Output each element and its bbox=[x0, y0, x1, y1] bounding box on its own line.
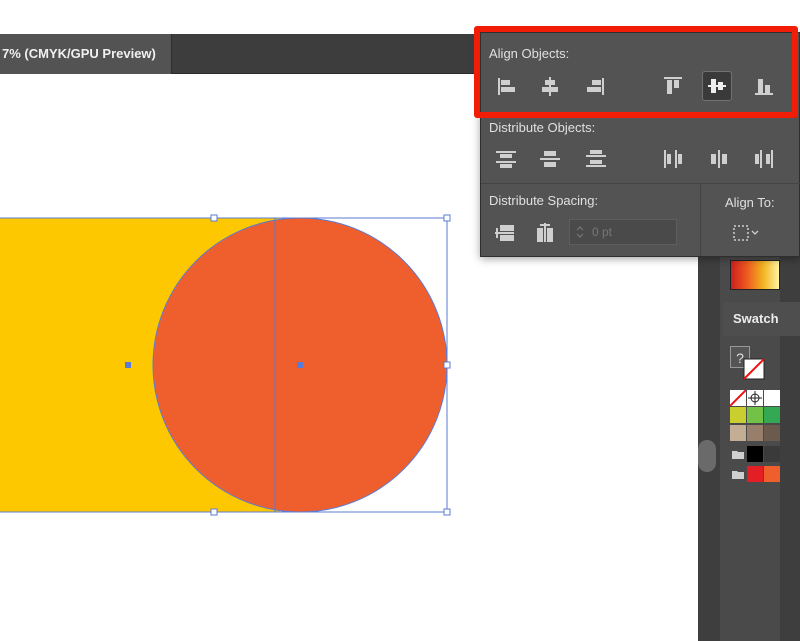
scrollbar-handle[interactable] bbox=[698, 440, 716, 472]
horizontal-distribute-center-icon bbox=[711, 150, 727, 168]
horizontal-distribute-space-icon bbox=[537, 223, 553, 242]
horizontal-distribute-center-button[interactable] bbox=[704, 144, 734, 174]
color-swatch[interactable] bbox=[747, 446, 763, 462]
none-swatch[interactable] bbox=[729, 389, 747, 407]
align-to-dropdown[interactable] bbox=[729, 218, 769, 248]
highlight-box bbox=[474, 26, 798, 118]
selection-handle[interactable] bbox=[210, 214, 218, 222]
selection-handle[interactable] bbox=[443, 361, 451, 369]
fill-stroke-none-icon[interactable] bbox=[740, 355, 768, 383]
selection-handle[interactable] bbox=[210, 508, 218, 516]
color-swatch[interactable] bbox=[764, 446, 780, 462]
selection-handle[interactable] bbox=[443, 214, 451, 222]
distribute-spacing-label: Distribute Spacing: bbox=[489, 193, 599, 208]
horizontal-distribute-right-icon bbox=[755, 150, 773, 168]
color-swatch[interactable] bbox=[764, 407, 780, 423]
swatch-group-folder-icon[interactable] bbox=[730, 446, 746, 462]
vertical-distribute-space-icon bbox=[495, 225, 514, 241]
horizontal-distribute-left-icon bbox=[664, 150, 682, 168]
color-swatch[interactable] bbox=[747, 407, 763, 423]
color-swatch[interactable] bbox=[730, 407, 746, 423]
swatches-tab[interactable]: Swatch bbox=[723, 302, 800, 336]
swatch-group-folder-icon[interactable] bbox=[730, 466, 746, 482]
circle-center-point bbox=[297, 362, 303, 368]
spacing-input[interactable]: 0 pt bbox=[569, 219, 677, 245]
rectangle-center-point bbox=[125, 362, 131, 368]
color-swatch[interactable] bbox=[764, 466, 780, 482]
color-swatch[interactable] bbox=[747, 466, 763, 482]
panel-divider bbox=[481, 183, 800, 184]
align-to-selection-icon bbox=[733, 225, 759, 241]
horizontal-distribute-right-button[interactable] bbox=[749, 144, 779, 174]
document-tab[interactable]: 7% (CMYK/GPU Preview) bbox=[0, 34, 172, 74]
stepper-icon[interactable] bbox=[575, 224, 585, 240]
color-swatch[interactable] bbox=[730, 425, 746, 441]
gradient-swatch-preview[interactable] bbox=[730, 260, 780, 290]
color-swatch[interactable] bbox=[747, 425, 763, 441]
distribute-objects-label: Distribute Objects: bbox=[489, 120, 596, 135]
vertical-distribute-space-button[interactable] bbox=[490, 218, 520, 248]
vertical-distribute-center-icon bbox=[540, 151, 560, 167]
vertical-distribute-bottom-icon bbox=[586, 150, 606, 167]
white-swatch[interactable] bbox=[764, 390, 780, 406]
spacing-value: 0 pt bbox=[592, 225, 613, 239]
registration-swatch[interactable] bbox=[747, 390, 763, 406]
vertical-distribute-top-icon bbox=[496, 151, 516, 168]
panel-divider-vertical bbox=[700, 183, 701, 256]
align-to-label: Align To: bbox=[725, 195, 775, 210]
selection-handle[interactable] bbox=[443, 508, 451, 516]
vertical-distribute-center-button[interactable] bbox=[535, 144, 565, 174]
color-swatch[interactable] bbox=[764, 425, 780, 441]
horizontal-distribute-space-button[interactable] bbox=[530, 218, 560, 248]
horizontal-distribute-left-button[interactable] bbox=[658, 144, 688, 174]
vertical-distribute-top-button[interactable] bbox=[491, 144, 521, 174]
vertical-distribute-bottom-button[interactable] bbox=[581, 144, 611, 174]
